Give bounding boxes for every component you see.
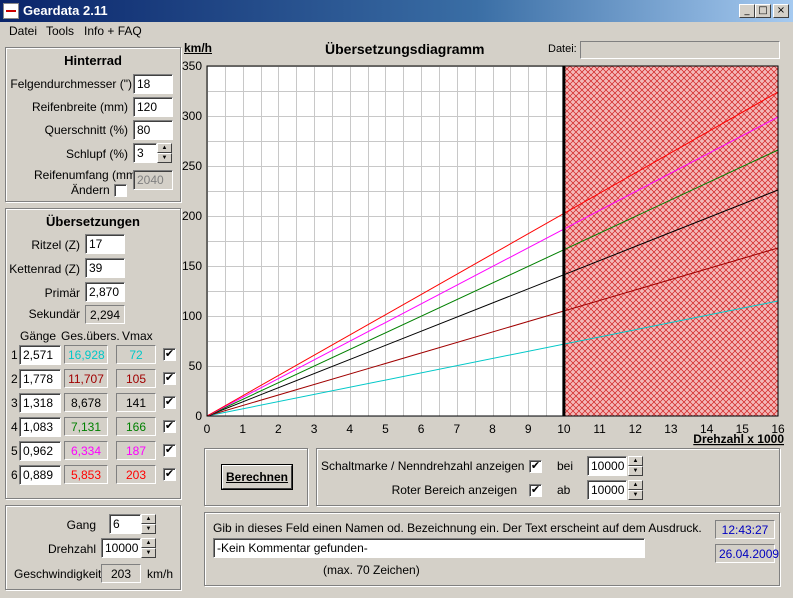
x-tick-label: 11 <box>593 422 606 436</box>
bei-input[interactable]: 10000 <box>587 456 627 476</box>
roter-label: Roter Bereich anzeigen <box>391 483 517 497</box>
ab-input[interactable]: 10000 <box>587 480 627 500</box>
ab-spinner[interactable]: ▲ ▼ <box>628 480 643 500</box>
red-zone <box>563 66 778 416</box>
x-tick-label: 6 <box>418 422 425 436</box>
x-axis-label: Drehzahl x 1000 <box>693 432 784 446</box>
comment-group: Gib in dieses Feld einen Namen od. Bezei… <box>204 512 780 586</box>
options-group: Schaltmarke / Nenndrehzahl anzeigen ✔ be… <box>316 448 780 506</box>
berechnen-group: Berechnen <box>204 448 308 506</box>
x-tick-label: 3 <box>311 422 318 436</box>
gear-chart: 0 1 2 3 4 5 6 7 8 9 10 11 12 13 14 15 160501001502002503… <box>182 59 785 446</box>
spin-up-icon[interactable]: ▲ <box>628 456 643 466</box>
comment-hint: Gib in dieses Feld einen Namen od. Bezei… <box>213 521 702 535</box>
y-tick-label: 250 <box>182 159 202 173</box>
x-tick-label: 12 <box>629 422 643 436</box>
x-tick-label: 13 <box>664 422 678 436</box>
berechnen-button[interactable]: Berechnen <box>222 465 292 489</box>
x-tick-label: 4 <box>346 422 353 436</box>
date-display: 26.04.2009 <box>715 544 779 563</box>
x-tick-label: 10 <box>557 422 571 436</box>
spin-down-icon[interactable]: ▼ <box>628 466 643 476</box>
y-tick-label: 0 <box>195 409 202 423</box>
x-tick-label: 9 <box>525 422 532 436</box>
y-tick-label: 150 <box>182 259 202 273</box>
time-display: 12:43:27 <box>715 520 775 539</box>
x-tick-label: 1 <box>239 422 246 436</box>
x-tick-label: 5 <box>382 422 389 436</box>
schalt-checkbox[interactable]: ✔ <box>529 460 542 473</box>
comment-max-label: (max. 70 Zeichen) <box>323 563 420 577</box>
spin-up-icon[interactable]: ▲ <box>628 480 643 490</box>
schalt-label: Schaltmarke / Nenndrehzahl anzeigen <box>321 459 525 473</box>
comment-input[interactable]: -Kein Kommentar gefunden- <box>213 538 645 558</box>
y-tick-label: 300 <box>182 109 202 123</box>
x-tick-label: 7 <box>453 422 460 436</box>
y-tick-label: 350 <box>182 59 202 73</box>
x-tick-label: 2 <box>275 422 282 436</box>
y-tick-label: 50 <box>189 359 203 373</box>
x-tick-label: 8 <box>489 422 496 436</box>
x-tick-label: 0 <box>204 422 211 436</box>
bei-label: bei <box>557 459 574 473</box>
roter-checkbox[interactable]: ✔ <box>529 484 542 497</box>
bei-spinner[interactable]: ▲ ▼ <box>628 456 643 476</box>
spin-down-icon[interactable]: ▼ <box>628 490 643 500</box>
ab-label: ab <box>557 483 571 497</box>
y-tick-label: 200 <box>182 209 202 223</box>
y-tick-label: 100 <box>182 309 202 323</box>
